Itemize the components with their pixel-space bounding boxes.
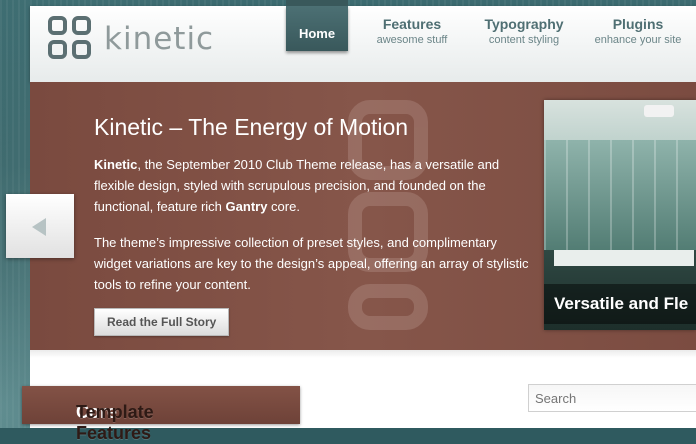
nav-home-label: Home: [298, 26, 336, 41]
header: kinetic Home Features awesome stuff Typo…: [30, 0, 696, 82]
slide-title: Kinetic – The Energy of Motion: [94, 114, 409, 140]
nav-features-subtitle: awesome stuff: [376, 34, 448, 46]
nav-plugins-subtitle: enhance your site: [594, 34, 682, 46]
nav-typography[interactable]: Typography content styling: [462, 6, 586, 82]
nav-features-title: Features: [382, 16, 442, 32]
slide-brand-strong: Kinetic: [94, 157, 138, 172]
module-title: Core Template Features: [22, 386, 300, 443]
content-area: Core Template Features: [22, 350, 696, 443]
nav-typography-title: Typography: [484, 16, 564, 32]
nav-home[interactable]: Home: [286, 6, 348, 51]
slide-paragraph-2: The theme’s impressive collection of pre…: [94, 235, 529, 292]
search-input[interactable]: [528, 384, 696, 412]
nav-plugins[interactable]: Plugins enhance your site: [586, 6, 690, 82]
showcase-slide: Kinetic – The Energy of Motion Kinetic, …: [30, 82, 696, 350]
main-nav: Home Features awesome stuff Typography c…: [286, 0, 690, 82]
slide-paragraph-1: Kinetic, the September 2010 Club Theme r…: [94, 157, 500, 214]
previous-slide-button[interactable]: [6, 194, 74, 258]
logo-text: kinetic: [104, 21, 215, 57]
logo[interactable]: kinetic: [48, 16, 214, 62]
nav-plugins-title: Plugins: [612, 16, 664, 32]
slide-image-caption: Versatile and Fle: [544, 284, 696, 324]
read-full-story-button[interactable]: Read the Full Story: [94, 308, 230, 336]
nav-features[interactable]: Features awesome stuff: [362, 6, 462, 82]
logo-icon: [48, 16, 94, 62]
nav-typography-subtitle: content styling: [488, 34, 560, 46]
arrow-left-icon: [32, 218, 46, 236]
slide-image: Versatile and Fle: [544, 100, 696, 330]
gantry-strong: Gantry: [225, 199, 268, 214]
module-title-rest: Template Features: [76, 402, 154, 443]
